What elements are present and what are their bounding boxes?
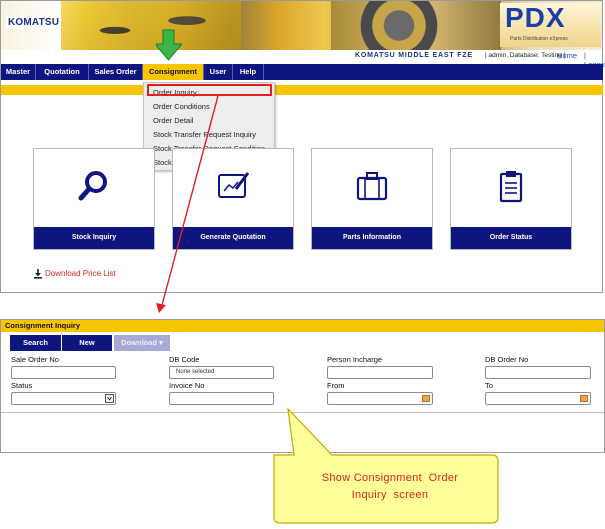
person-incharge-input[interactable] [327, 366, 433, 379]
callout-text: Show Consignment Order Inquiry screen [285, 470, 495, 504]
from-date-input[interactable] [327, 392, 433, 405]
db-order-no-label: DB Order No [485, 355, 529, 364]
db-code-multiselect[interactable]: None selected [169, 366, 274, 379]
to-date-label: To [485, 381, 493, 390]
invoice-no-input[interactable] [169, 392, 274, 405]
calendar-icon[interactable] [580, 395, 588, 402]
callout-line-1: Show Consignment Order [321, 472, 459, 484]
sale-order-no-label: Sale Order No [11, 355, 59, 364]
annotation-arrow [156, 95, 219, 313]
status-label: Status [11, 381, 33, 390]
db-order-no-input[interactable] [485, 366, 591, 379]
search-button[interactable]: Search [10, 335, 61, 351]
new-button[interactable]: New [62, 335, 112, 351]
download-button[interactable]: Download ▾ [114, 335, 170, 351]
calendar-icon[interactable] [422, 395, 430, 402]
callout-line-2: Inquiry screen [351, 489, 429, 501]
from-date-label: From [327, 381, 345, 390]
invoice-no-label: Invoice No [169, 381, 205, 390]
sale-order-no-input[interactable] [11, 366, 116, 379]
person-incharge-label: Person Incharge [327, 355, 383, 364]
consignment-inquiry-title: Consignment Inquiry [1, 320, 604, 332]
db-code-label: DB Code [169, 355, 200, 364]
status-select[interactable] [11, 392, 116, 405]
callout-bubble [273, 407, 499, 524]
chevron-down-icon [105, 394, 114, 403]
to-date-input[interactable] [485, 392, 591, 405]
